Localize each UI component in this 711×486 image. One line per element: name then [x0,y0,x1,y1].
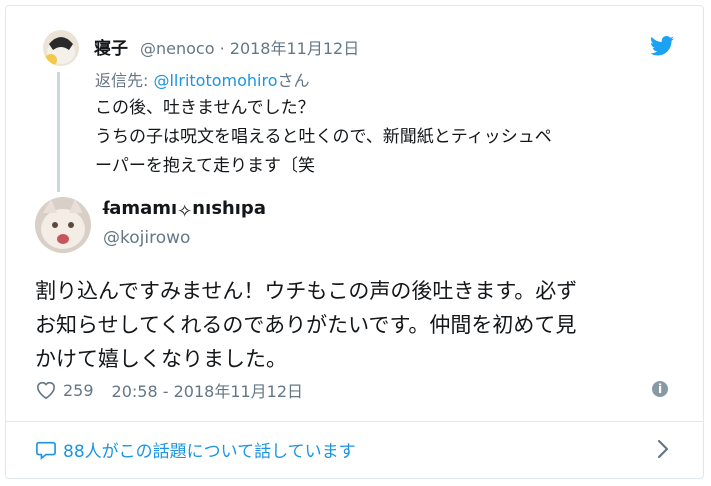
tweet-meta: 259 20:58 - 2018年11月12日 [35,378,303,402]
chevron-right-icon[interactable] [653,437,673,461]
twitter-bird-icon[interactable] [650,36,674,56]
parent-handle-date[interactable]: @nenoco · 2018年11月12日 [140,35,359,59]
info-icon[interactable]: i [652,381,668,397]
reply-handle[interactable]: @kojirowo [103,228,190,248]
reply-to-line: 返信先: @llritotomohiroさん [95,67,310,91]
parent-text-line: ーパーを抱えて走ります〔笑 [95,156,315,176]
parent-display-name[interactable]: 寝子 [94,34,128,59]
conversation-text[interactable]: 88人がこの話題について話しています [63,437,356,462]
parent-text-line: この後、吐きませんでした？ [95,98,315,118]
reply-to-mention[interactable]: @llritotomohiro [153,71,277,90]
heart-icon[interactable] [35,380,57,400]
reply-display-name[interactable]: ɐdıɥsıu✧ıɯɐɯɐɟ [103,199,266,220]
tweet-timestamp[interactable]: 20:58 - 2018年11月12日 [112,378,304,402]
reply-text-line: お知らせしてくれるのでありがたいです。仲間を初めて見 [35,313,577,337]
speech-bubble-icon [35,440,57,460]
avatar-kojirowo[interactable] [35,197,91,253]
thread-line [57,72,60,192]
reply-text-line: かけて嬉しくなりました。 [35,347,287,371]
parent-text-line: うちの子は呪文を唱えると吐くので、新聞紙とティッシュペ [95,127,552,147]
avatar-nenoco[interactable] [43,30,79,66]
like-count[interactable]: 259 [63,381,94,400]
reply-to-prefix: 返信先: [95,71,154,90]
reply-to-suffix: さん [277,71,310,90]
divider [5,421,704,422]
conversation-link[interactable]: 88人がこの話題について話しています [35,437,356,462]
reply-text-line: 割り込んですみません！ウチもこの声の後吐きます。必ず [35,279,578,303]
